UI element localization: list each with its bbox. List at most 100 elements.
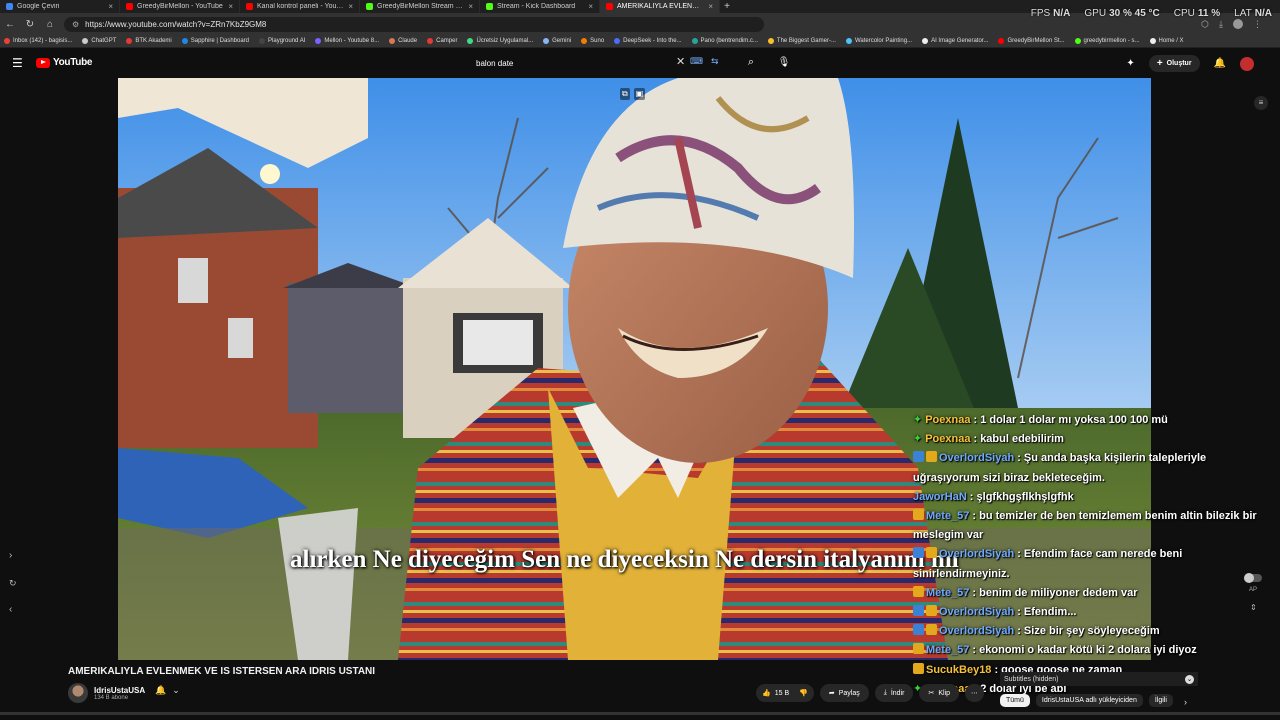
bookmark-item[interactable]: Gemini <box>543 38 571 44</box>
site-info-icon[interactable]: ⚙ <box>72 20 79 29</box>
chat-username[interactable]: OverlordSiyah <box>939 548 1014 560</box>
bookmark-item[interactable]: Camper <box>427 38 457 44</box>
back-icon[interactable]: ← <box>4 19 16 30</box>
like-dislike-group: 👍 15 B 👎 <box>756 684 814 702</box>
bookmark-item[interactable]: Pano (bentrendim.c... <box>691 38 758 44</box>
chat-username[interactable]: JaworHaN <box>913 491 967 503</box>
download-icon[interactable]: ⤓ <box>1219 19 1223 30</box>
tab-close-icon[interactable]: × <box>468 2 473 11</box>
browser-tab[interactable]: Stream - Kick Dashboard × <box>480 0 600 13</box>
browser-tab[interactable]: AMERIKALIYLA EVLENMEK VE IS× <box>600 0 720 13</box>
clear-search-icon[interactable]: ✕ <box>676 55 685 68</box>
channel-info[interactable]: IdrisUstaUSA 134 B abone <box>68 683 145 703</box>
chat-username[interactable]: OverlordSiyah <box>939 625 1014 637</box>
keyboard-icon[interactable]: ⌨ <box>690 56 703 67</box>
tab-close-icon[interactable]: × <box>108 2 113 11</box>
voice-search-button[interactable]: 🎙 <box>772 51 796 73</box>
left-refresh-icon[interactable]: ↻ <box>9 578 17 589</box>
tab-close-icon[interactable]: × <box>708 2 713 11</box>
filter-chip[interactable]: Tümü <box>1000 694 1030 707</box>
left-expand-icon[interactable]: › <box>9 550 12 561</box>
bookmark-item[interactable]: ChatGPT <box>82 38 116 44</box>
youtube-logo[interactable]: YouTube <box>36 57 93 68</box>
translate-icon[interactable]: ⇆ <box>711 56 719 67</box>
filter-chip[interactable]: İlgili <box>1148 694 1173 707</box>
sidebar-menu-icon[interactable]: ≡ <box>1254 96 1268 110</box>
channel-name[interactable]: IdrisUstaUSA <box>94 686 145 695</box>
bookmark-item[interactable]: Claude <box>389 38 417 44</box>
chips-next-icon[interactable]: › <box>1184 697 1187 707</box>
autoplay-label: AP <box>1249 587 1258 593</box>
chat-username[interactable]: Mete_57 <box>926 587 969 599</box>
channel-avatar[interactable] <box>68 683 88 703</box>
bookmark-item[interactable]: Sapphire | Dashboard <box>181 38 249 44</box>
home-icon[interactable]: ⌂ <box>44 19 56 30</box>
chat-username[interactable]: Mete_57 <box>926 644 969 656</box>
browser-tab[interactable]: Kanal kontrol paneli - YouTube St× <box>240 0 360 13</box>
supporter-badge-icon <box>913 662 924 674</box>
bookmark-favicon-icon <box>389 38 396 44</box>
tab-favicon-icon <box>486 3 493 10</box>
miniplayer-icon[interactable]: ⧉ <box>620 88 630 100</box>
create-button[interactable]: + Oluştur <box>1148 55 1200 72</box>
subscription-bell-button[interactable]: 🔔 ⌄ <box>155 685 180 696</box>
tab-close-icon[interactable]: × <box>348 2 353 11</box>
bookmark-item[interactable]: Suno <box>581 38 604 44</box>
sparkle-badge-icon: ✦ <box>913 433 923 446</box>
bookmark-item[interactable]: AI Image Generator... <box>922 38 988 44</box>
autoplay-toggle[interactable] <box>1244 573 1262 583</box>
chevron-down-icon[interactable]: ⌄ <box>1185 674 1194 684</box>
bookmark-favicon-icon <box>581 38 588 44</box>
picture-in-picture-icon[interactable]: ▣ <box>633 88 646 100</box>
subscriber-count: 134 B abone <box>94 694 129 701</box>
bookmark-item[interactable]: Home / X <box>1149 38 1184 44</box>
bookmark-item[interactable]: Playground AI <box>259 38 305 44</box>
account-avatar[interactable] <box>1240 56 1254 71</box>
reload-icon[interactable]: ↻ <box>24 19 36 30</box>
notifications-bell-icon[interactable]: 🔔 <box>1214 58 1226 69</box>
bookmark-item[interactable]: BTK Akademi <box>126 38 172 44</box>
browser-tab[interactable]: GreedyBirMellon Stream - Watch × <box>360 0 480 13</box>
tab-title: Google Çeviri <box>17 3 60 10</box>
chat-username[interactable]: OverlordSiyah <box>939 606 1014 618</box>
chat-username[interactable]: OverlordSiyah <box>939 452 1014 464</box>
filter-chip[interactable]: IdrisUstaUSA adlı yükleyiciden <box>1035 694 1143 707</box>
bookmark-label: DeepSeek - Into the... <box>623 38 682 44</box>
browser-tab[interactable]: Google Çeviri × <box>0 0 120 13</box>
download-button[interactable]: ⤓ İndir <box>874 684 914 702</box>
youtube-play-icon <box>36 57 50 68</box>
extension-icon[interactable]: ⬡ <box>1201 19 1209 30</box>
share-button[interactable]: ➦ Paylaş <box>819 684 869 702</box>
cast-icon[interactable]: ✦ <box>1126 58 1134 69</box>
subtitles-panel-header[interactable]: Subtitles (hidden) ⌄ <box>1000 672 1198 686</box>
bookmark-item[interactable]: DeepSeek - Into the... <box>614 38 682 44</box>
bookmark-item[interactable]: Ücretsiz Uygulamal... <box>467 38 533 44</box>
scroll-arrows-icon[interactable]: ⇕ <box>1250 603 1257 612</box>
bookmark-item[interactable]: greedybirmellon - s... <box>1074 38 1140 44</box>
bookmark-item[interactable]: GreedyBirMellon St... <box>998 38 1065 44</box>
more-actions-button[interactable]: ⋯ <box>965 684 985 702</box>
bookmark-item[interactable]: Watercolor Painting... <box>845 38 912 44</box>
dislike-button[interactable]: 👎 <box>799 689 808 697</box>
search-button[interactable]: ⌕ <box>738 51 764 73</box>
browser-menu-icon[interactable]: ⋮ <box>1253 19 1262 30</box>
clip-button[interactable]: ✂ Klip <box>919 684 960 702</box>
tab-favicon-icon <box>126 3 133 10</box>
profile-icon[interactable] <box>1233 18 1243 29</box>
tab-close-icon[interactable]: × <box>588 2 593 11</box>
like-button[interactable]: 👍 15 B <box>762 689 789 698</box>
chat-username[interactable]: Poexnaa <box>925 433 970 445</box>
hamburger-menu-icon[interactable]: ☰ <box>12 56 23 70</box>
browser-tab[interactable]: GreedyBirMellon - YouTube × <box>120 0 240 13</box>
chat-username[interactable]: SucukBey18 <box>926 664 991 676</box>
bookmark-item[interactable]: Inbox (142) - bagisis... <box>4 38 72 44</box>
new-tab-button[interactable]: + <box>720 1 734 12</box>
url-field[interactable]: ⚙ https://www.youtube.com/watch?v=ZRn7Kb… <box>64 16 764 32</box>
chat-username[interactable]: Poexnaa <box>925 414 970 426</box>
bookmark-item[interactable]: Mellon - Youtube 8... <box>315 38 379 44</box>
bookmark-label: Inbox (142) - bagisis... <box>13 38 73 44</box>
bookmark-item[interactable]: The Biggest Gamer-... <box>767 38 836 44</box>
chat-username[interactable]: Mete_57 <box>926 510 969 522</box>
left-collapse-icon[interactable]: ‹ <box>9 604 12 615</box>
tab-close-icon[interactable]: × <box>228 2 233 11</box>
